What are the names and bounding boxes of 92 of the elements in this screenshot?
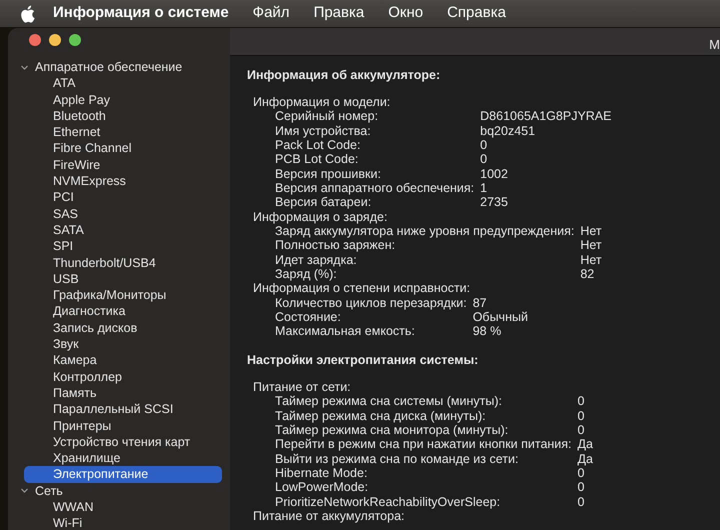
property-value: 0 xyxy=(578,408,586,424)
sidebar-group[interactable]: Сеть xyxy=(35,482,63,500)
sidebar-item[interactable]: Память xyxy=(24,384,222,402)
sidebar-item[interactable]: WWAN xyxy=(24,499,222,516)
property-value: Да xyxy=(578,437,593,452)
group-heading: Информация о модели: xyxy=(253,94,392,110)
property-label: Версия батареи: xyxy=(275,195,372,210)
sidebar-item[interactable]: SAS xyxy=(24,206,222,222)
sidebar-item[interactable]: FireWire xyxy=(24,156,222,174)
property-label: Таймер режима сна системы (минуты): xyxy=(275,394,503,409)
property-value: 0 xyxy=(578,480,586,495)
property-value: Нет xyxy=(580,238,602,253)
sidebar-item[interactable]: Запись дисков xyxy=(24,320,222,336)
property-label: Pack Lot Code: xyxy=(275,138,360,152)
property-value: 87 xyxy=(472,296,488,310)
sidebar-group[interactable]: Аппаратное обеспечение xyxy=(35,59,182,76)
sidebar-item[interactable]: NVMExpress xyxy=(24,173,222,190)
property-value: 0 xyxy=(578,394,586,409)
property-value: 0 xyxy=(578,494,586,510)
sidebar-item[interactable]: Звук xyxy=(24,336,222,352)
menu-item[interactable]: Правка xyxy=(314,2,364,25)
property-value: Нет xyxy=(580,252,602,267)
chevron-icon[interactable] xyxy=(20,62,29,72)
sidebar-item[interactable]: Камера xyxy=(24,352,222,369)
property-value: bq20z451 xyxy=(480,124,536,138)
menu-item[interactable]: Справка xyxy=(447,2,506,25)
sidebar-item[interactable]: SPI xyxy=(24,238,222,255)
property-label: Полностью заряжен: xyxy=(275,238,396,253)
sidebar-item[interactable]: Диагностика xyxy=(24,303,222,320)
property-value: 0 xyxy=(578,423,586,438)
sidebar-item[interactable]: USB xyxy=(24,270,222,288)
property-value: 0 xyxy=(578,466,586,480)
group-heading: Питание от аккумулятора: xyxy=(253,509,406,524)
property-label: LowPowerMode: xyxy=(275,480,370,495)
property-label: Серийный номер: xyxy=(275,109,380,124)
property-value: 0 xyxy=(480,152,488,167)
group-heading: Питание от сети: xyxy=(253,380,352,394)
menu-item[interactable]: Окно xyxy=(388,2,424,25)
property-label: Выйти из режима сна по команде из сети: xyxy=(275,452,520,466)
sidebar-item[interactable]: Принтеры xyxy=(24,418,222,434)
menu-item[interactable]: Файл xyxy=(252,2,290,25)
property-value: Нет xyxy=(580,224,602,238)
property-value: Да xyxy=(578,452,593,466)
property-value: 1002 xyxy=(480,166,509,181)
sidebar-item[interactable]: Устройство чтения карт xyxy=(24,434,222,450)
sidebar-item[interactable]: Thunderbolt/USB4 xyxy=(24,254,222,271)
sidebar-item[interactable]: Fibre Channel xyxy=(24,140,222,157)
sidebar-item[interactable]: Хранилище xyxy=(24,450,222,466)
property-label: Версия аппаратного обеспечения: xyxy=(275,180,474,196)
property-label: Заряд (%): xyxy=(275,266,337,282)
property-value: 2735 xyxy=(480,195,509,210)
property-label: PCB Lot Code: xyxy=(275,152,360,167)
zoom-button[interactable] xyxy=(69,34,81,46)
section-heading: Настройки электропитания системы: xyxy=(247,352,480,368)
property-value: 1 xyxy=(480,180,488,196)
property-value: 98 % xyxy=(472,324,502,339)
sidebar-item[interactable]: Контроллер xyxy=(24,368,222,385)
property-value: 82 xyxy=(580,266,596,282)
property-value: 0 xyxy=(480,138,488,152)
property-label: Состояние: xyxy=(275,310,342,324)
property-label: Версия прошивки: xyxy=(275,166,382,181)
property-label: Имя устройства: xyxy=(275,124,372,138)
sidebar-item[interactable]: ATA xyxy=(24,75,222,92)
property-label: Количество циклов перезарядки: xyxy=(275,296,467,310)
sidebar-item[interactable]: Электропитание xyxy=(24,466,222,483)
app-name[interactable]: Информация о системе xyxy=(53,2,229,25)
property-label: PrioritizeNetworkReachabilityOverSleep: xyxy=(275,494,502,510)
property-label: Таймер режима сна монитора (минуты): xyxy=(275,423,510,438)
apple-logo-icon[interactable] xyxy=(20,4,35,22)
property-value: Обычный xyxy=(472,310,528,324)
sidebar-item[interactable]: Графика/Мониторы xyxy=(24,287,222,304)
minimize-button[interactable] xyxy=(49,34,61,46)
property-label: Таймер режима сна диска (минуты): xyxy=(275,408,487,424)
close-button[interactable] xyxy=(29,34,41,46)
sidebar-item[interactable]: Параллельный SCSI xyxy=(24,401,222,418)
property-value: D861065A1G8PJYRAE xyxy=(480,109,612,124)
chevron-icon[interactable] xyxy=(20,486,29,496)
sidebar-item[interactable]: PCI xyxy=(24,189,222,206)
property-label: Перейти в режим сна при нажатии кнопки питания: xyxy=(275,437,572,452)
sidebar-item[interactable]: Apple Pay xyxy=(24,92,222,108)
sidebar-item[interactable]: Bluetooth xyxy=(24,108,222,124)
group-heading: Информация о заряде: xyxy=(253,210,388,224)
property-label: Hibernate Mode: xyxy=(275,466,368,480)
property-label: Максимальная емкость: xyxy=(275,324,416,339)
sidebar-item[interactable]: SATA xyxy=(24,222,222,238)
property-label: Заряд аккумулятора ниже уровня предупреждения: xyxy=(275,224,574,238)
window-title: M xyxy=(709,37,720,52)
group-heading: Информация о степени исправности: xyxy=(253,281,472,296)
section-heading: Информация об аккумуляторе: xyxy=(247,68,442,82)
sidebar-item[interactable]: Wi-Fi xyxy=(24,515,222,530)
property-label: Идет зарядка: xyxy=(275,252,358,267)
sidebar-item[interactable]: Ethernet xyxy=(24,124,222,140)
